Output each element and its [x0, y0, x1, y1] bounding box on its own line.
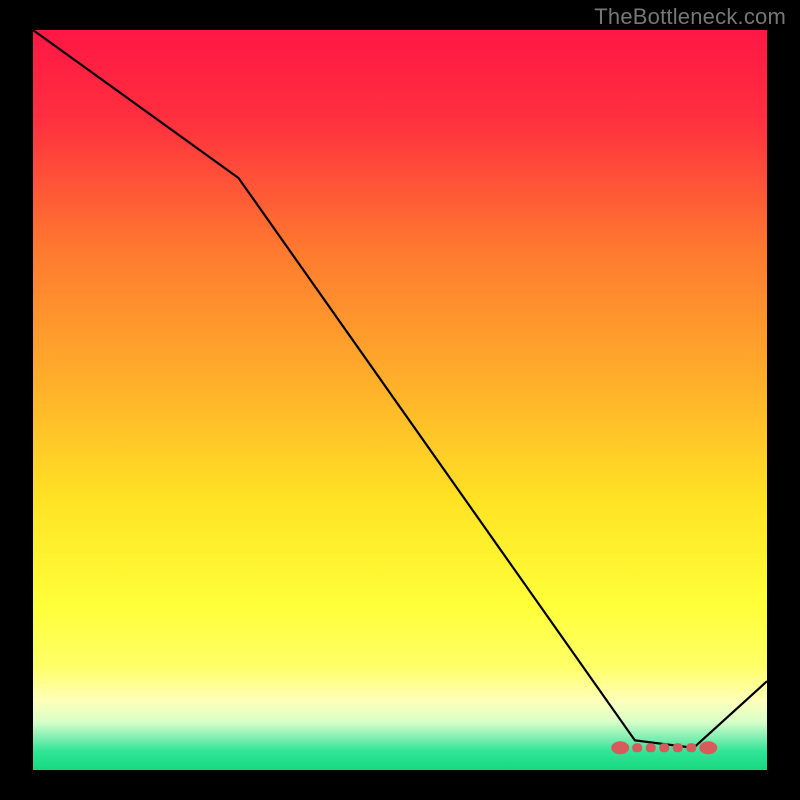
cap-left [611, 741, 629, 754]
cap-right [699, 741, 717, 754]
watermark-text: TheBottleneck.com [594, 4, 786, 30]
marker-dash [673, 743, 683, 752]
marker-dash [646, 743, 656, 752]
chart-svg [0, 0, 800, 800]
chart-frame: TheBottleneck.com [0, 0, 800, 800]
marker-dash [632, 743, 642, 752]
marker-dash [659, 743, 669, 752]
marker-dash [686, 743, 696, 752]
plot-background [33, 30, 767, 770]
